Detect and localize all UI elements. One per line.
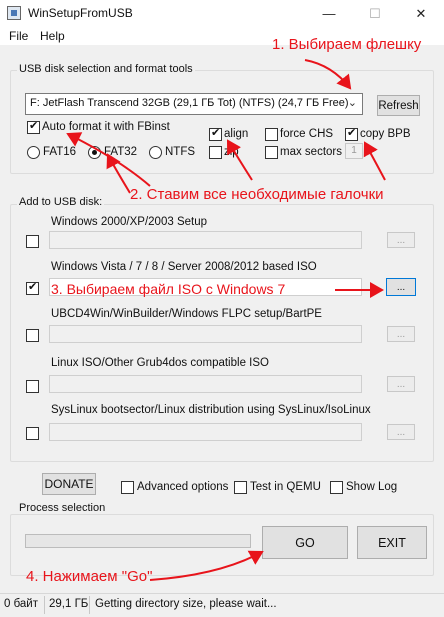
arrow-to-align: [226, 139, 253, 181]
arrow-to-auto-format: [66, 132, 151, 187]
arrow-to-go-button: [149, 550, 264, 581]
arrow-to-fat32: [106, 153, 131, 194]
annotation-step-2: 2. Ставим все необходимые галочки: [130, 186, 384, 203]
annotation-step-4: 4. Нажимаем "Go": [26, 568, 153, 585]
arrow-to-copy-bpb: [363, 141, 386, 181]
annotation-step-1: 1. Выбираем флешку: [272, 36, 422, 53]
arrow-to-disk-select: [304, 59, 352, 90]
annotation-arrows: [66, 59, 386, 581]
annotation-step-3: 3. Выбираем файл ISO с Windows 7: [51, 281, 286, 297]
